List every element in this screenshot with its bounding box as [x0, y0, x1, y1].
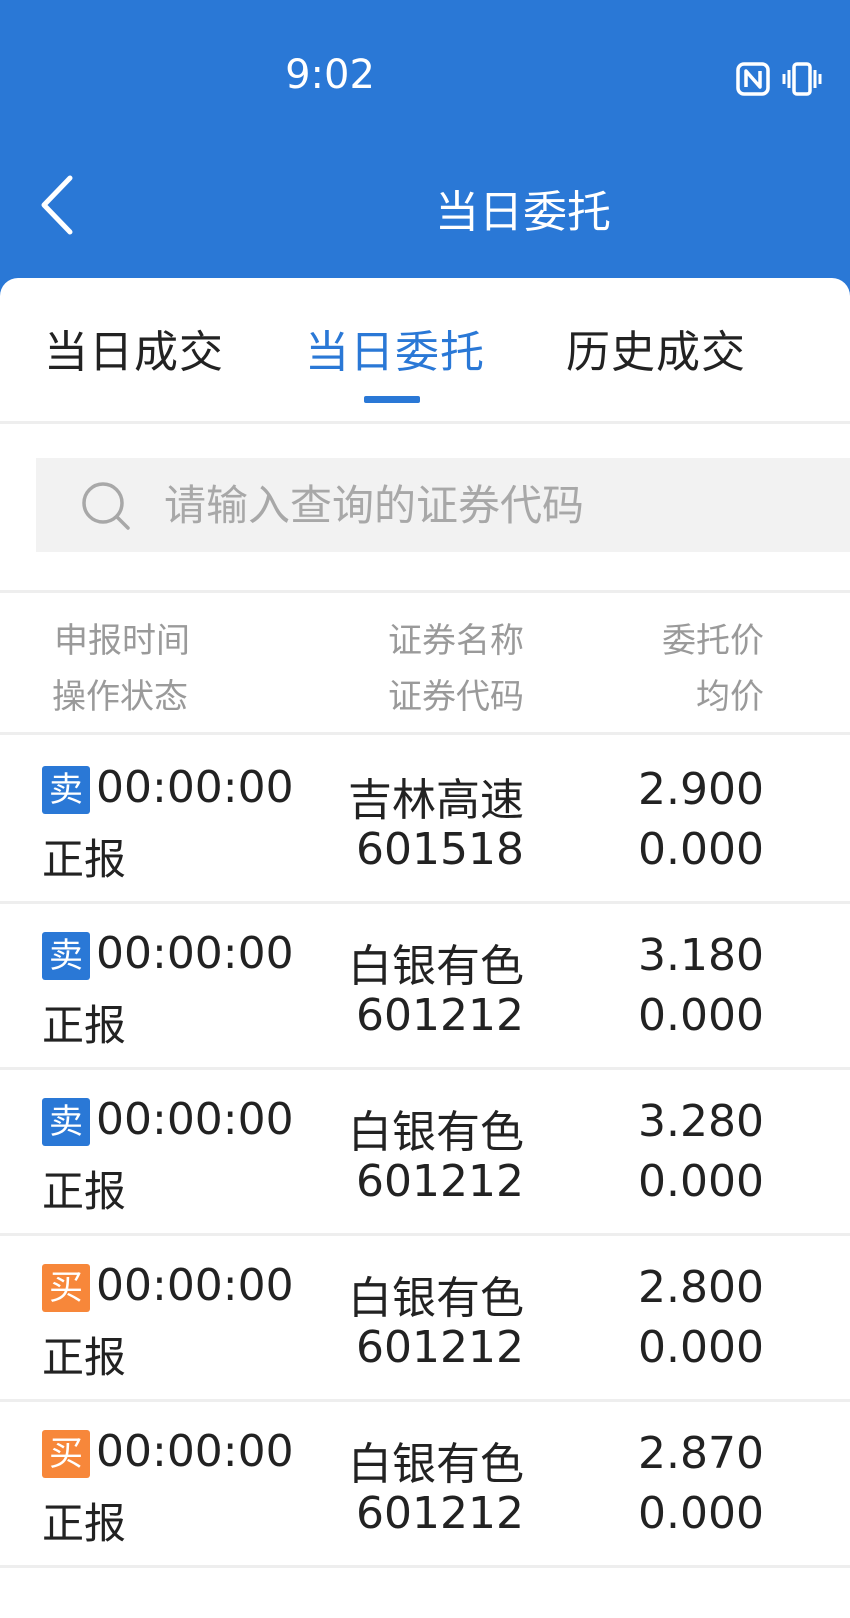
security-code: 601212: [356, 1322, 524, 1373]
order-row[interactable]: 买 00:00:00 正报 白银有色 601212 2.870 0.000: [0, 1402, 850, 1568]
col-state: 操作状态: [52, 677, 188, 717]
side-badge: 卖: [42, 932, 90, 980]
status-time: 9:02: [285, 52, 375, 98]
column-header: 申报时间 操作状态 证券名称 证券代码 委托价 均价: [0, 593, 850, 735]
side-badge: 卖: [42, 1098, 90, 1146]
tab-today-orders[interactable]: 当日委托: [305, 316, 485, 380]
order-price: 3.280: [638, 1096, 764, 1147]
security-name: 白银有色: [348, 1273, 524, 1324]
nfc-icon: [736, 62, 770, 96]
security-name: 白银有色: [348, 1439, 524, 1490]
average-price: 0.000: [638, 1156, 764, 1207]
order-price: 2.900: [638, 764, 764, 815]
vibrate-icon: [782, 62, 822, 96]
active-tab-indicator: [364, 396, 420, 403]
order-price: 2.800: [638, 1262, 764, 1313]
security-code: 601212: [356, 990, 524, 1041]
status-icons: [736, 62, 824, 96]
order-time: 00:00:00: [96, 1260, 294, 1311]
side-badge: 卖: [42, 766, 90, 814]
security-code: 601212: [356, 1156, 524, 1207]
order-list: 卖 00:00:00 正报 吉林高速 601518 2.900 0.000 卖 …: [0, 738, 850, 1568]
security-name: 白银有色: [348, 941, 524, 992]
page-title: 当日委托: [435, 187, 611, 238]
average-price: 0.000: [638, 990, 764, 1041]
app-header: 9:02 当日委托: [0, 0, 850, 300]
security-name: 白银有色: [348, 1107, 524, 1158]
back-button[interactable]: [26, 170, 86, 240]
security-code: 601518: [356, 824, 524, 875]
order-price: 2.870: [638, 1428, 764, 1479]
col-price: 委托价: [662, 621, 764, 661]
average-price: 0.000: [638, 1488, 764, 1539]
order-state: 正报: [42, 1499, 127, 1548]
order-time: 00:00:00: [96, 1426, 294, 1477]
order-state: 正报: [42, 1001, 127, 1050]
content-card: 当日成交 当日委托 历史成交 申报时间 操作状态 证券名称 证券代码 委托价 均…: [0, 278, 850, 1618]
tab-bar: 当日成交 当日委托 历史成交: [0, 278, 850, 424]
order-price: 3.180: [638, 930, 764, 981]
col-avg: 均价: [696, 677, 764, 717]
search-input[interactable]: [164, 458, 844, 552]
average-price: 0.000: [638, 1322, 764, 1373]
search-bar: [36, 458, 850, 552]
side-badge: 买: [42, 1264, 90, 1312]
order-row[interactable]: 卖 00:00:00 正报 白银有色 601212 3.280 0.000: [0, 1070, 850, 1236]
col-time: 申报时间: [54, 621, 190, 661]
order-time: 00:00:00: [96, 762, 294, 813]
side-badge: 买: [42, 1430, 90, 1478]
col-code: 证券代码: [388, 677, 524, 717]
security-name: 吉林高速: [348, 775, 524, 826]
order-row[interactable]: 卖 00:00:00 正报 吉林高速 601518 2.900 0.000: [0, 738, 850, 904]
average-price: 0.000: [638, 824, 764, 875]
search-icon: [82, 482, 130, 530]
order-state: 正报: [42, 835, 127, 884]
order-state: 正报: [42, 1333, 127, 1382]
order-row[interactable]: 卖 00:00:00 正报 白银有色 601212 3.180 0.000: [0, 904, 850, 1070]
col-name: 证券名称: [388, 621, 524, 661]
security-code: 601212: [356, 1488, 524, 1539]
order-state: 正报: [42, 1167, 127, 1216]
order-time: 00:00:00: [96, 1094, 294, 1145]
order-time: 00:00:00: [96, 928, 294, 979]
tab-today-trades[interactable]: 当日成交: [44, 316, 224, 380]
order-row[interactable]: 买 00:00:00 正报 白银有色 601212 2.800 0.000: [0, 1236, 850, 1402]
tab-history-trades[interactable]: 历史成交: [566, 316, 746, 380]
chevron-left-icon: [41, 175, 73, 235]
